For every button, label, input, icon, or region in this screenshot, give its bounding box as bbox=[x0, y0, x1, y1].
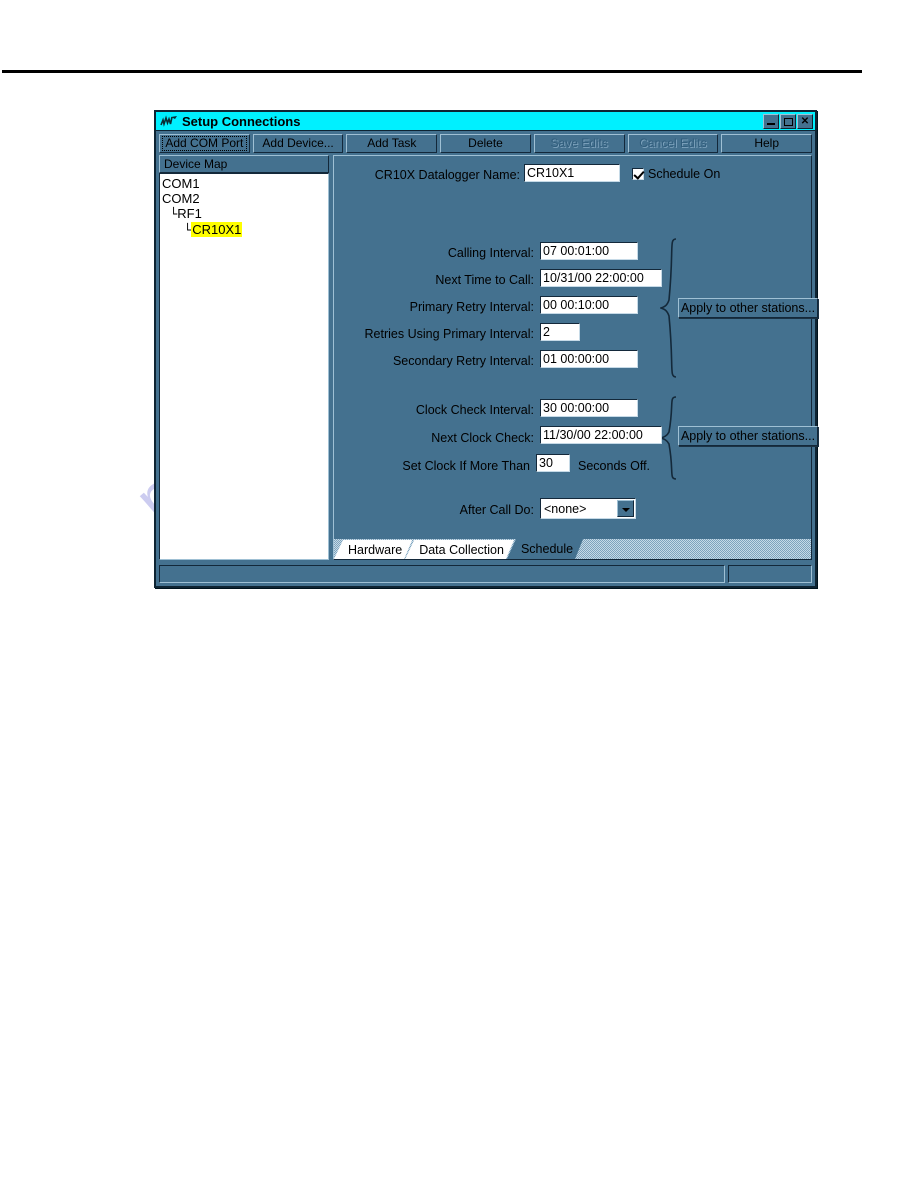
tree-node-com1[interactable]: COM1 bbox=[162, 176, 328, 191]
status-bar bbox=[159, 565, 812, 583]
status-secondary bbox=[728, 565, 812, 583]
tree-node-label: CR10X1 bbox=[191, 222, 243, 237]
setup-connections-window: Setup Connections ✕ Add COM Port Add Dev… bbox=[154, 110, 818, 588]
cancel-edits-button: Cancel Edits bbox=[627, 133, 719, 153]
secondary-retry-interval-input[interactable]: 01 00:00:00 bbox=[540, 350, 638, 368]
apply-to-other-stations-clock-button[interactable]: Apply to other stations... bbox=[678, 426, 818, 446]
antenna-waveform-icon bbox=[160, 114, 177, 127]
checkbox-checked-icon bbox=[632, 168, 644, 180]
device-map-panel: Device Map COM1 COM2 └RF1 └CR10X1 bbox=[159, 155, 329, 560]
tree-node-label: COM2 bbox=[162, 191, 200, 206]
tree-node-cr10x1[interactable]: └CR10X1 bbox=[162, 222, 328, 238]
apply-to-other-stations-call-button[interactable]: Apply to other stations... bbox=[678, 298, 818, 318]
tab-data-collection[interactable]: Data Collection bbox=[405, 540, 514, 559]
calling-interval-input[interactable]: 07 00:01:00 bbox=[540, 242, 638, 260]
schedule-on-label: Schedule On bbox=[648, 167, 721, 181]
device-map-header: Device Map bbox=[159, 155, 329, 173]
secondary-retry-interval-label: Secondary Retry Interval: bbox=[392, 354, 534, 368]
status-message bbox=[159, 565, 725, 583]
add-com-port-label: Add COM Port bbox=[165, 136, 244, 150]
minimize-icon bbox=[767, 122, 775, 125]
add-device-button[interactable]: Add Device... bbox=[252, 133, 344, 153]
primary-retry-interval-input[interactable]: 00 00:10:00 bbox=[540, 296, 638, 314]
save-edits-button: Save Edits bbox=[533, 133, 625, 153]
tab-strip-filler bbox=[576, 540, 811, 559]
add-task-button[interactable]: Add Task bbox=[346, 133, 438, 153]
schedule-on-checkbox[interactable]: Schedule On bbox=[632, 167, 720, 181]
retries-using-primary-input[interactable]: 2 bbox=[540, 323, 580, 341]
next-clock-check-label: Next Clock Check: bbox=[431, 431, 534, 445]
tab-data-collection-label: Data Collection bbox=[419, 542, 504, 557]
close-icon: ✕ bbox=[800, 115, 810, 127]
set-clock-threshold-input[interactable]: 30 bbox=[536, 454, 570, 472]
help-button[interactable]: Help bbox=[721, 133, 813, 153]
page-header-rule bbox=[2, 70, 862, 73]
next-time-to-call-input[interactable]: 10/31/00 22:00:00 bbox=[540, 269, 662, 287]
window-title: Setup Connections bbox=[182, 113, 301, 129]
tab-hardware[interactable]: Hardware bbox=[334, 540, 412, 559]
tab-schedule[interactable]: Schedule bbox=[507, 539, 583, 559]
next-time-to-call-label: Next Time to Call: bbox=[435, 273, 534, 287]
page-canvas: manualslib.com Setup Connections ✕ bbox=[0, 0, 918, 1188]
seconds-off-label: Seconds Off. bbox=[578, 459, 651, 473]
tree-node-label: RF1 bbox=[177, 206, 202, 221]
add-com-port-button[interactable]: Add COM Port bbox=[159, 133, 250, 153]
tab-strip: Hardware Data Collection Schedule bbox=[334, 539, 811, 559]
maximize-button[interactable] bbox=[780, 113, 796, 129]
add-device-label: Add Device... bbox=[262, 136, 334, 150]
delete-label: Delete bbox=[468, 136, 503, 150]
maximize-icon bbox=[784, 117, 793, 126]
set-clock-if-more-than-label: Set Clock If More Than bbox=[402, 459, 530, 473]
window-controls: ✕ bbox=[763, 113, 813, 129]
minimize-button[interactable] bbox=[763, 113, 779, 129]
schedule-tab-panel: CR10X Datalogger Name: CR10X1 Schedule O… bbox=[333, 155, 818, 560]
clock-check-interval-label: Clock Check Interval: bbox=[415, 403, 534, 417]
close-button[interactable]: ✕ bbox=[797, 113, 813, 129]
device-map-tree[interactable]: COM1 COM2 └RF1 └CR10X1 bbox=[159, 173, 329, 560]
after-call-do-select[interactable]: <none> bbox=[540, 498, 636, 519]
tab-hardware-label: Hardware bbox=[348, 542, 403, 557]
after-call-do-label: After Call Do: bbox=[459, 503, 534, 517]
chevron-down-icon[interactable] bbox=[617, 500, 634, 517]
calling-interval-label: Calling Interval: bbox=[447, 246, 534, 260]
cancel-edits-label: Cancel Edits bbox=[639, 136, 707, 150]
next-clock-check-input[interactable]: 11/30/00 22:00:00 bbox=[540, 426, 662, 444]
datalogger-name-label: CR10X Datalogger Name: bbox=[374, 168, 520, 182]
tree-node-rf1[interactable]: └RF1 bbox=[162, 206, 328, 222]
delete-button[interactable]: Delete bbox=[440, 133, 531, 153]
window-body: Device Map COM1 COM2 └RF1 └CR10X1 CR10X … bbox=[156, 155, 818, 560]
primary-retry-interval-label: Primary Retry Interval: bbox=[409, 300, 534, 314]
window-titlebar[interactable]: Setup Connections ✕ bbox=[156, 112, 815, 131]
tree-node-label: COM1 bbox=[162, 176, 200, 191]
tab-schedule-label: Schedule bbox=[520, 542, 574, 556]
main-toolbar: Add COM Port Add Device... Add Task Dele… bbox=[156, 131, 815, 155]
datalogger-name-input[interactable]: CR10X1 bbox=[524, 164, 620, 182]
retries-using-primary-label: Retries Using Primary Interval: bbox=[364, 327, 535, 341]
add-task-label: Add Task bbox=[367, 136, 417, 150]
help-label: Help bbox=[754, 136, 780, 150]
after-call-do-value: <none> bbox=[544, 501, 587, 516]
clock-check-interval-input[interactable]: 30 00:00:00 bbox=[540, 399, 638, 417]
save-edits-label: Save Edits bbox=[550, 136, 608, 150]
tree-node-com2[interactable]: COM2 bbox=[162, 191, 328, 206]
